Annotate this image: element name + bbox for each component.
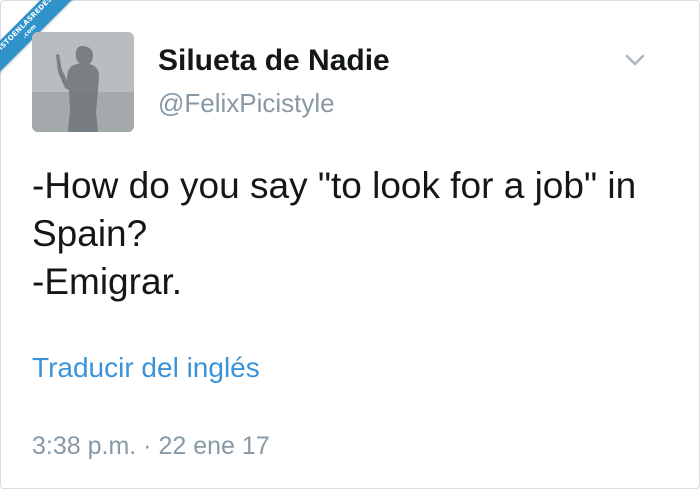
chevron-down-icon[interactable] [624,52,646,68]
tweet-text: -How do you say "to look for a job" in S… [32,162,672,306]
avatar[interactable] [32,32,134,132]
silhouette-photo-icon [32,32,134,132]
tweet-timestamp[interactable]: 3:38 p.m. · 22 ene 17 [32,432,270,461]
translate-link[interactable]: Traducir del inglés [32,352,260,384]
tweet-line: Spain? [32,213,148,254]
tweet-line: -How do you say "to look for a job" in [32,165,637,206]
display-name[interactable]: Silueta de Nadie [158,44,390,78]
tweet-line: -Emigrar. [32,261,183,302]
user-handle[interactable]: @FelixPicistyle [158,88,335,119]
